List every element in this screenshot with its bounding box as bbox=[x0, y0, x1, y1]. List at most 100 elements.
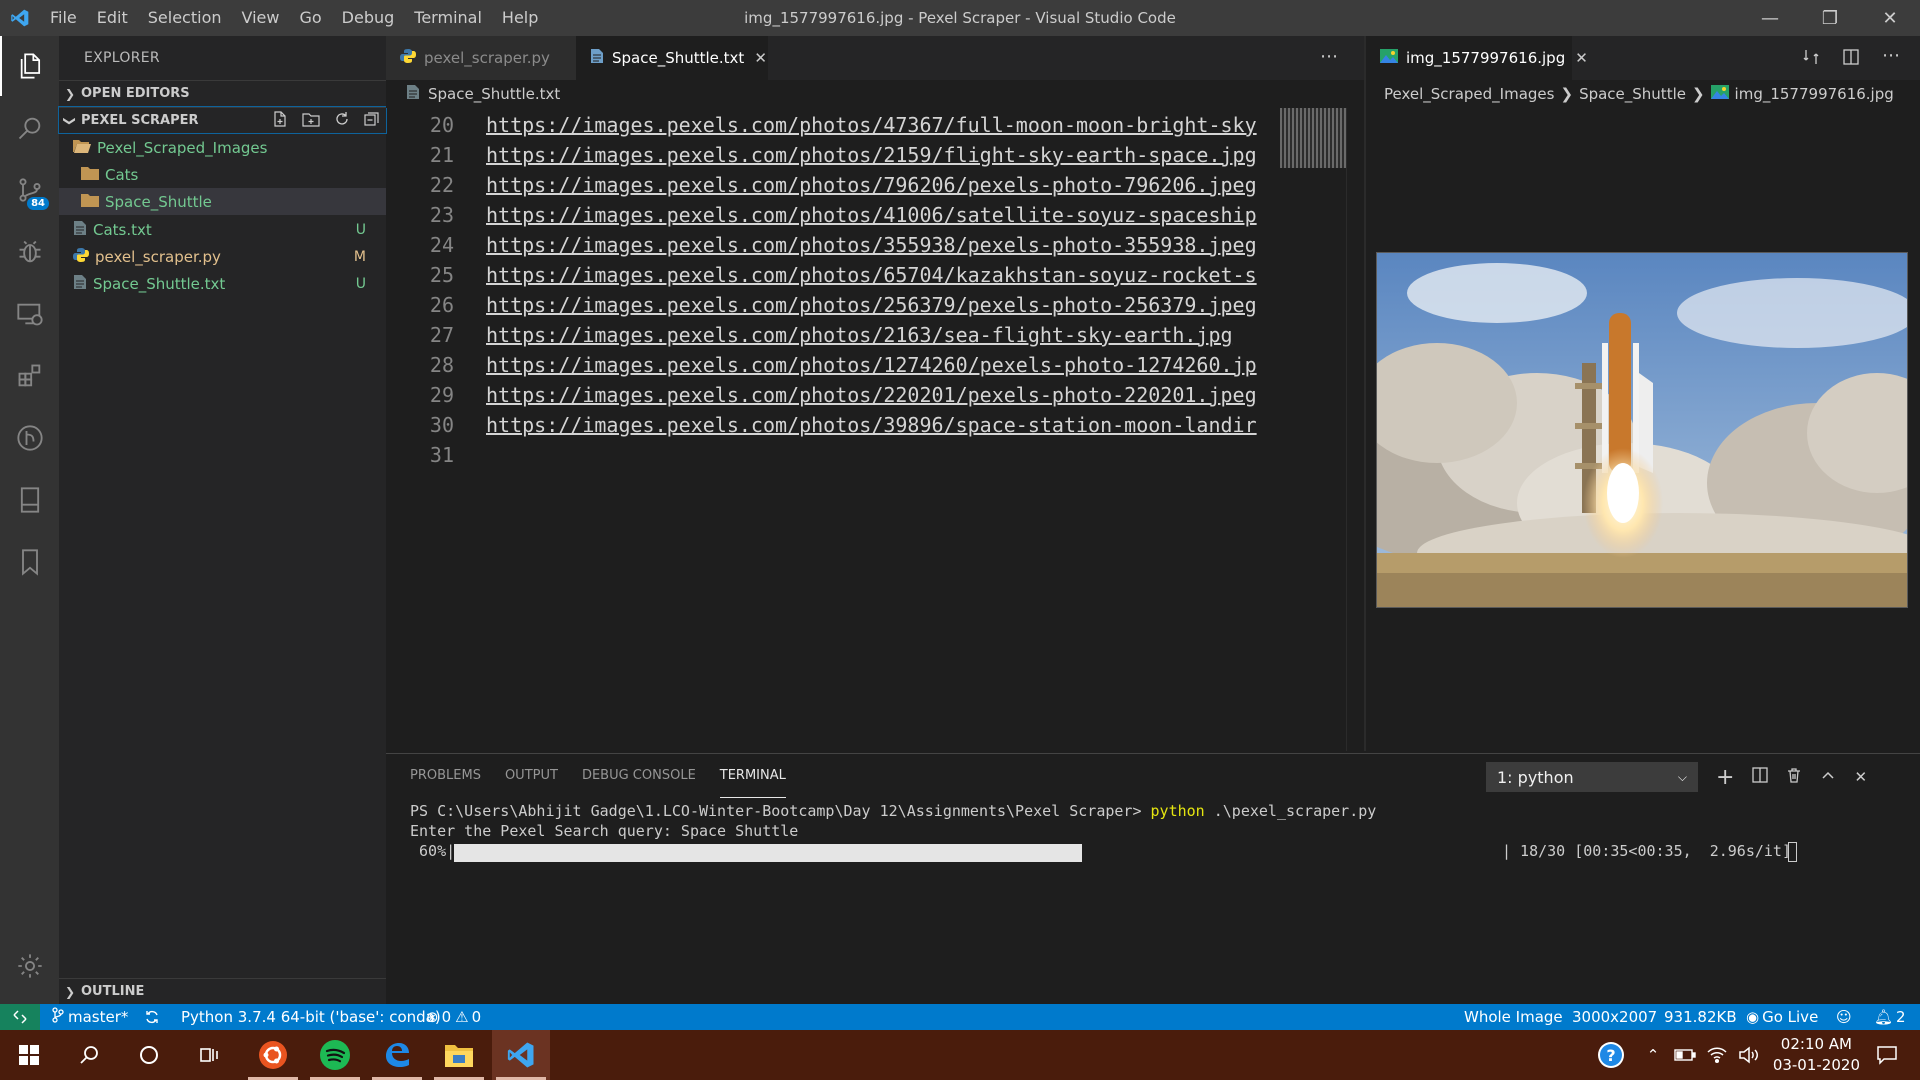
split-terminal-icon[interactable] bbox=[1752, 767, 1769, 787]
breadcrumb-segment[interactable]: Space_Shuttle bbox=[1579, 85, 1686, 103]
code-editor[interactable]: 20 https://images.pexels.com/photos/47367… bbox=[386, 110, 1276, 750]
terminal-select[interactable]: 1: python ⌵ bbox=[1486, 762, 1698, 792]
code-line[interactable]: 25 https://images.pexels.com/photos/65704… bbox=[386, 260, 1276, 290]
url-link[interactable]: https://images.pexels.com/photos/796206/… bbox=[486, 173, 1276, 197]
python-interpreter[interactable]: Python 3.7.4 64-bit ('base': conda) bbox=[181, 1004, 441, 1030]
more-actions-icon[interactable]: ⋯ bbox=[1882, 47, 1900, 70]
url-link[interactable]: https://images.pexels.com/photos/256379/… bbox=[486, 293, 1276, 317]
menu-view[interactable]: View bbox=[232, 0, 290, 36]
edge-browser-icon[interactable] bbox=[368, 1030, 426, 1080]
remote-explorer-icon[interactable] bbox=[0, 284, 59, 344]
tab-pexel-scraper-py[interactable]: pexel_scraper.py bbox=[386, 36, 576, 80]
go-live-button[interactable]: ◉ Go Live bbox=[1746, 1004, 1818, 1030]
url-link[interactable]: https://images.pexels.com/photos/355938/… bbox=[486, 233, 1276, 257]
extensions-icon[interactable] bbox=[0, 346, 59, 406]
open-changes-icon[interactable] bbox=[1802, 48, 1820, 70]
explorer-icon[interactable] bbox=[0, 36, 59, 96]
url-link[interactable]: https://images.pexels.com/photos/1274260… bbox=[486, 353, 1276, 377]
menu-selection[interactable]: Selection bbox=[138, 0, 232, 36]
menu-terminal[interactable]: Terminal bbox=[404, 0, 492, 36]
tab-output[interactable]: OUTPUT bbox=[505, 754, 558, 798]
feedback-smiley-icon[interactable]: ☺ bbox=[1836, 1004, 1852, 1030]
tree-folder-space-shuttle[interactable]: Space_Shuttle bbox=[59, 188, 386, 215]
editor-group-divider[interactable] bbox=[1364, 36, 1366, 751]
tree-file-pexel-scraper-py[interactable]: pexel_scraper.py M bbox=[59, 243, 386, 270]
bookmark-icon[interactable] bbox=[0, 532, 59, 592]
branch-item[interactable]: master* bbox=[52, 1004, 128, 1030]
tab-space-shuttle-txt[interactable]: Space_Shuttle.txt ✕ bbox=[576, 36, 768, 80]
menu-help[interactable]: Help bbox=[492, 0, 548, 36]
show-hidden-icons-chevron-icon[interactable]: ⌃ bbox=[1636, 1030, 1670, 1080]
debug-icon[interactable] bbox=[0, 222, 59, 282]
code-line[interactable]: 31 bbox=[386, 440, 1276, 470]
remote-indicator-icon[interactable] bbox=[0, 1004, 40, 1030]
tab-image[interactable]: img_1577997616.jpg ✕ bbox=[1366, 36, 1588, 80]
help-icon[interactable]: ? bbox=[1591, 1030, 1631, 1080]
minimap[interactable] bbox=[1280, 108, 1346, 168]
spotify-icon[interactable] bbox=[306, 1030, 364, 1080]
code-line[interactable]: 27 https://images.pexels.com/photos/2163/… bbox=[386, 320, 1276, 350]
url-link[interactable]: https://images.pexels.com/photos/2159/fl… bbox=[486, 143, 1276, 167]
url-link[interactable]: https://images.pexels.com/photos/47367/f… bbox=[486, 113, 1276, 137]
code-line[interactable]: 28 https://images.pexels.com/photos/12742… bbox=[386, 350, 1276, 380]
breadcrumb-segment[interactable]: Pexel_Scraped_Images bbox=[1384, 85, 1554, 103]
code-line[interactable]: 21 https://images.pexels.com/photos/2159/… bbox=[386, 140, 1276, 170]
code-line[interactable]: 22 https://images.pexels.com/photos/79620… bbox=[386, 170, 1276, 200]
outline-header[interactable]: ❯ OUTLINE bbox=[59, 978, 386, 1004]
url-link[interactable]: https://images.pexels.com/photos/41006/s… bbox=[486, 203, 1276, 227]
settings-gear-icon[interactable] bbox=[0, 936, 59, 996]
more-actions-icon[interactable]: ⋯ bbox=[1320, 46, 1338, 67]
battery-icon[interactable] bbox=[1668, 1030, 1702, 1080]
split-editor-icon[interactable] bbox=[1842, 48, 1860, 70]
new-file-icon[interactable] bbox=[272, 110, 288, 131]
tree-folder-pexel-scraped-images[interactable]: Pexel_Scraped_Images bbox=[59, 134, 386, 161]
system-clock[interactable]: 02:10 AM 03-01-2020 bbox=[1773, 1034, 1860, 1076]
collapse-all-icon[interactable] bbox=[364, 111, 380, 131]
code-line[interactable]: 30 https://images.pexels.com/photos/39896… bbox=[386, 410, 1276, 440]
taskbar-search-icon[interactable] bbox=[60, 1030, 118, 1080]
url-link[interactable]: https://images.pexels.com/photos/65704/k… bbox=[486, 263, 1276, 287]
refresh-icon[interactable] bbox=[334, 111, 350, 131]
code-line[interactable]: 24 https://images.pexels.com/photos/35593… bbox=[386, 230, 1276, 260]
file-explorer-icon[interactable] bbox=[430, 1030, 488, 1080]
menu-go[interactable]: Go bbox=[289, 0, 331, 36]
menu-edit[interactable]: Edit bbox=[87, 0, 138, 36]
maximize-panel-icon[interactable] bbox=[1820, 767, 1836, 787]
wifi-icon[interactable] bbox=[1700, 1030, 1734, 1080]
menu-file[interactable]: File bbox=[40, 0, 87, 36]
breadcrumb-segment[interactable]: img_1577997616.jpg bbox=[1735, 85, 1894, 103]
image-preview[interactable] bbox=[1376, 252, 1908, 608]
new-folder-icon[interactable] bbox=[302, 111, 320, 131]
trash-icon[interactable] bbox=[1786, 767, 1802, 787]
problems-indicator[interactable]: ⊗ 0 ⚠ 0 bbox=[426, 1004, 481, 1030]
url-link[interactable]: https://images.pexels.com/photos/2163/se… bbox=[486, 323, 1276, 347]
editor-scrollbar[interactable] bbox=[1346, 108, 1360, 751]
tab-terminal[interactable]: TERMINAL bbox=[719, 754, 786, 798]
code-line[interactable]: 23 https://images.pexels.com/photos/41006… bbox=[386, 200, 1276, 230]
code-line[interactable]: 20 https://images.pexels.com/photos/47367… bbox=[386, 110, 1276, 140]
open-editors-header[interactable]: ❯ OPEN EDITORS bbox=[59, 80, 386, 106]
project-header[interactable]: ❯ PEXEL SCRAPER bbox=[58, 106, 387, 134]
volume-icon[interactable] bbox=[1732, 1030, 1766, 1080]
menu-debug[interactable]: Debug bbox=[332, 0, 405, 36]
action-center-icon[interactable] bbox=[1862, 1030, 1912, 1080]
breadcrumb-file[interactable]: Space_Shuttle.txt bbox=[428, 85, 560, 103]
code-line[interactable]: 29 https://images.pexels.com/photos/22020… bbox=[386, 380, 1276, 410]
code-line[interactable]: 26 https://images.pexels.com/photos/25637… bbox=[386, 290, 1276, 320]
tree-file-cats-txt[interactable]: Cats.txt U bbox=[59, 216, 386, 243]
image-zoom-mode[interactable]: Whole Image bbox=[1464, 1004, 1563, 1030]
tab-problems[interactable]: PROBLEMS bbox=[410, 754, 481, 798]
sync-icon[interactable] bbox=[144, 1004, 160, 1030]
git-graph-icon[interactable] bbox=[0, 408, 59, 468]
close-tab-icon[interactable]: ✕ bbox=[1575, 49, 1588, 67]
url-link[interactable]: https://images.pexels.com/photos/39896/s… bbox=[486, 413, 1276, 437]
notifications-button[interactable]: 🔔︎ 2 bbox=[1874, 1004, 1906, 1030]
search-icon[interactable] bbox=[0, 98, 59, 158]
task-view-icon[interactable] bbox=[180, 1030, 238, 1080]
vscode-taskbar-icon[interactable] bbox=[492, 1030, 550, 1080]
ubuntu-app-icon[interactable] bbox=[244, 1030, 302, 1080]
close-panel-icon[interactable]: ✕ bbox=[1854, 768, 1867, 786]
restore-button[interactable]: ❐ bbox=[1800, 0, 1860, 36]
cortana-icon[interactable] bbox=[120, 1030, 178, 1080]
source-control-icon[interactable]: 84 bbox=[0, 160, 59, 220]
